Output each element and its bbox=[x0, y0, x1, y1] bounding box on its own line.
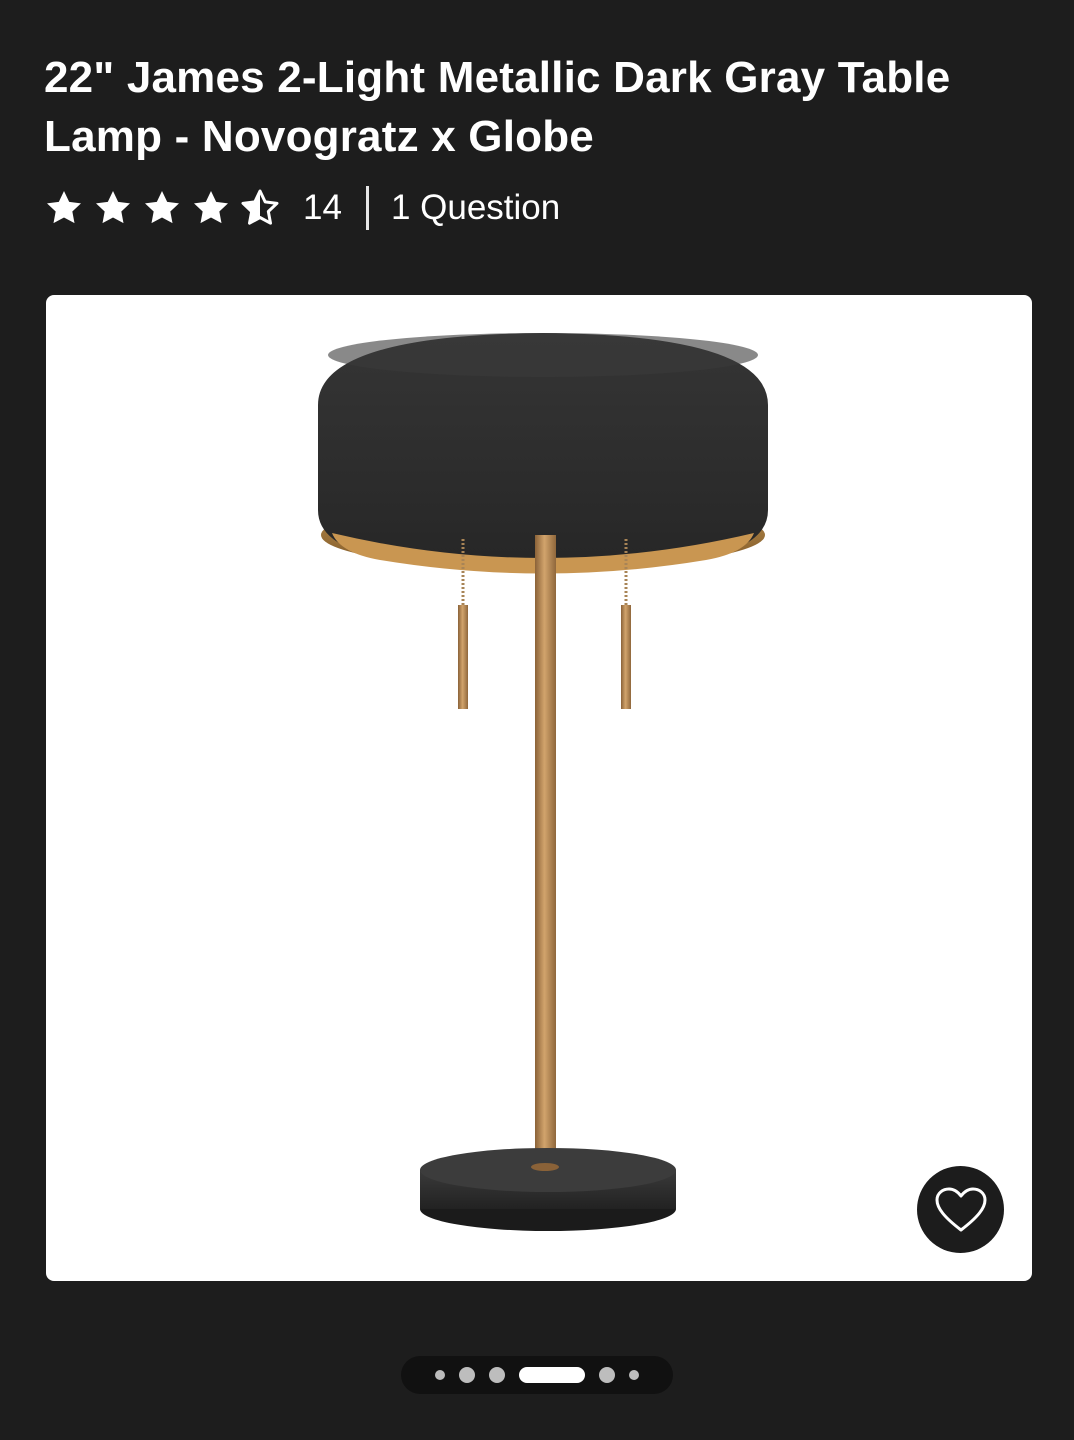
carousel-dot[interactable] bbox=[459, 1367, 475, 1383]
star-rating[interactable] bbox=[44, 188, 289, 228]
table-lamp-product-image bbox=[318, 333, 768, 1231]
carousel-dot[interactable] bbox=[629, 1370, 639, 1380]
heart-outline-icon bbox=[935, 1187, 986, 1231]
review-count[interactable]: 14 bbox=[303, 188, 342, 228]
divider bbox=[365, 186, 369, 230]
carousel-dot[interactable] bbox=[599, 1367, 615, 1383]
star-icon bbox=[145, 191, 179, 224]
product-image-card[interactable] bbox=[46, 295, 1032, 1281]
carousel-dot[interactable] bbox=[489, 1367, 505, 1383]
rating-row: 14 1 Question bbox=[44, 180, 560, 236]
carousel-dot-active[interactable] bbox=[519, 1367, 585, 1383]
star-icon bbox=[96, 191, 130, 224]
half-star-icon bbox=[241, 189, 279, 225]
star-icon bbox=[47, 191, 81, 224]
favorite-button[interactable] bbox=[917, 1166, 1004, 1253]
questions-link[interactable]: 1 Question bbox=[391, 188, 560, 228]
carousel-dot[interactable] bbox=[435, 1370, 445, 1380]
carousel-pagination bbox=[401, 1356, 673, 1394]
star-icon bbox=[194, 191, 228, 224]
product-title: 22" James 2-Light Metallic Dark Gray Tab… bbox=[44, 53, 951, 161]
